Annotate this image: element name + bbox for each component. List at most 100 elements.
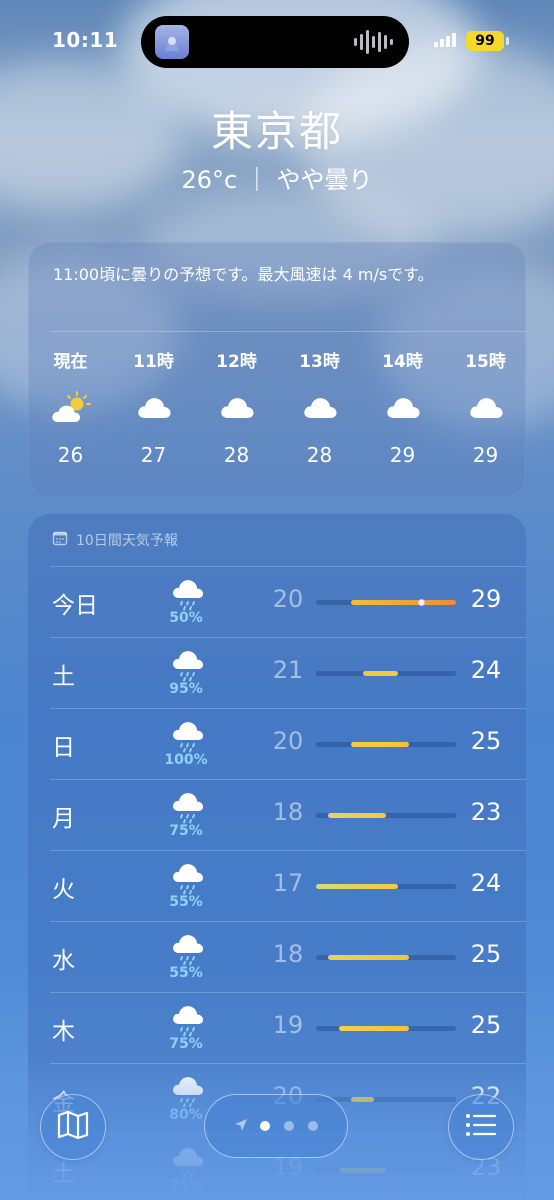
high-temp: 29 [470,585,502,613]
hour-item: 11時 27 [112,347,195,471]
location-arrow-icon [234,1117,248,1136]
temp-range-bar [316,599,456,606]
page-dot[interactable] [284,1121,294,1131]
hour-temp: 29 [389,443,416,467]
battery-indicator: 99 [466,31,509,51]
list-icon [465,1112,497,1142]
precip-chance: 55% [169,894,203,910]
precip-chance: 95% [169,681,203,697]
divider [50,1063,526,1064]
divider [50,708,526,709]
calendar-icon [52,530,68,550]
hourly-forecast-card[interactable]: 11:00頃に曇りの予想です。最大風速は 4 m/sです。 現在 26 11時 27 1… [28,242,526,498]
current-temp-marker [417,599,425,606]
temp-range-bar [316,884,456,889]
day-name: 月 [52,806,75,832]
day-name: 日 [52,735,75,761]
day-row[interactable]: 今日 50% 20 29 [28,566,526,637]
city-name: 東京都 [210,107,343,156]
temp-range-bar [316,1168,456,1173]
high-temp: 25 [470,727,502,755]
status-time: 10:11 [52,28,119,52]
high-temp: 23 [470,798,502,826]
temp-range-fill [339,1168,386,1173]
temp-range-bar [316,742,456,747]
low-temp: 18 [272,940,304,968]
day-row[interactable]: 火 55% 17 24 [28,850,526,921]
hour-temp: 27 [140,443,167,467]
hour-item: 12時 28 [195,347,278,471]
hour-label: 13時 [299,352,340,372]
cloud-icon [361,371,444,443]
page-dots [260,1121,318,1131]
temp-range-bar [316,813,456,818]
day-row[interactable]: 土 95% 21 24 [28,637,526,708]
precip-chance: 100% [164,752,208,768]
map-icon [56,1110,90,1144]
hour-temp: 26 [57,443,84,467]
map-button[interactable] [40,1094,106,1160]
precip-chance: 75% [169,823,203,839]
hour-label: 11時 [133,352,174,372]
low-temp: 20 [272,727,304,755]
temp-range-bar [316,1026,456,1031]
temp-range-fill [351,1097,375,1102]
cloud-icon [112,371,195,443]
hourly-list[interactable]: 現在 26 11時 27 12時 28 13時 28 14時 29 15時 29 [29,347,527,471]
forecast-summary: 11:00頃に曇りの予想です。最大風速は 4 m/sです。 [53,265,434,284]
hour-label: 14時 [382,352,423,372]
hour-temp: 28 [223,443,250,467]
temp-range-fill [362,671,398,676]
precip-chance: 50% [169,610,203,626]
current-condition: 26°c ｜ やや曇り [181,166,373,194]
location-list-button[interactable] [448,1094,514,1160]
divider [51,331,525,332]
precip-chance: 55% [169,965,203,981]
ten-day-header: 10日間天気予報 [52,530,178,550]
low-temp: 21 [272,656,304,684]
page-dot[interactable] [260,1121,270,1131]
partly-cloudy-sun-icon [29,371,112,443]
hour-label: 現在 [53,352,88,372]
day-row[interactable]: 日 100% 20 25 [28,708,526,779]
page-indicator[interactable] [204,1094,348,1158]
day-name: 今日 [52,593,98,619]
audio-waveform-icon [354,30,393,54]
hour-temp: 28 [306,443,333,467]
day-name: 水 [52,948,75,974]
temp-range-fill [316,884,398,889]
temp-range-bar [316,671,456,676]
hour-temp: 29 [472,443,499,467]
cloud-icon [278,371,361,443]
day-name: 土 [52,664,75,690]
cloud-icon [444,371,527,443]
cellular-signal-icon [434,33,456,47]
temp-range-fill [327,955,410,960]
dynamic-island[interactable] [141,16,409,68]
divider [50,921,526,922]
low-temp: 19 [272,1011,304,1039]
precip-chance: 75% [169,1036,203,1052]
day-row[interactable]: 木 75% 19 25 [28,992,526,1063]
divider [50,992,526,993]
day-name: 火 [52,877,75,903]
hour-label: 12時 [216,352,257,372]
high-temp: 24 [470,869,502,897]
hour-item: 現在 26 [29,347,112,471]
day-name: 木 [52,1019,75,1045]
hour-item: 14時 29 [361,347,444,471]
day-row[interactable]: 水 55% 18 25 [28,921,526,992]
low-temp: 20 [272,585,304,613]
day-row[interactable]: 月 75% 18 23 [28,779,526,850]
page-dot[interactable] [308,1121,318,1131]
status-bar: 10:11 99 [0,0,554,84]
hour-label: 15時 [465,352,506,372]
temp-range-fill [339,1026,410,1031]
temp-range-fill [351,742,410,747]
temp-range-fill [351,600,456,605]
divider [50,566,526,567]
temp-range-bar [316,955,456,960]
cloud-icon [195,371,278,443]
high-temp: 25 [470,940,502,968]
temp-range-fill [327,813,386,818]
